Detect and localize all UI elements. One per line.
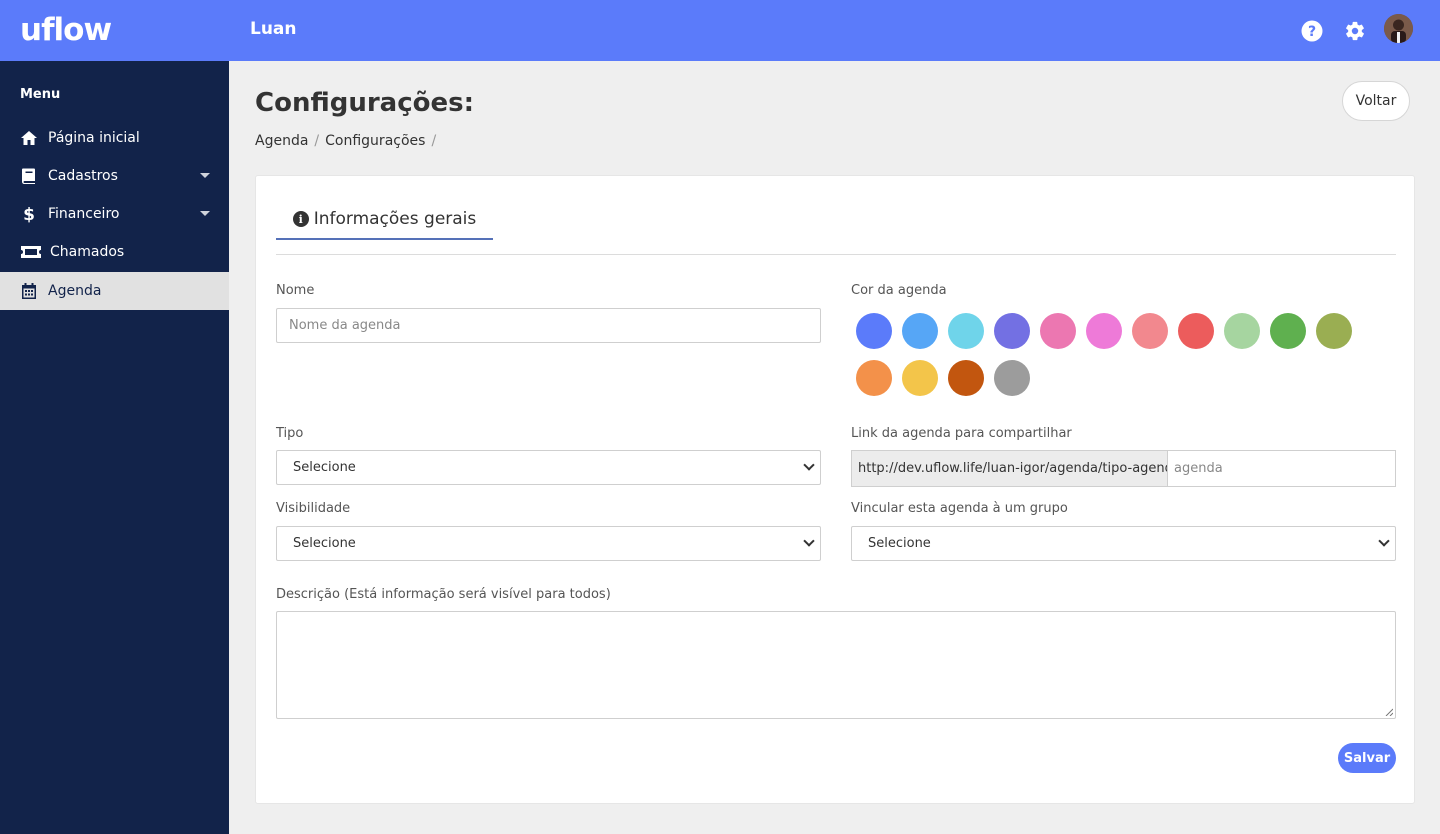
- visibilidade-label: Visibilidade: [276, 501, 351, 516]
- sidebar-item-agenda[interactable]: Agenda: [0, 272, 229, 310]
- sidebar: Menu Página inicial Cadastros $ Financei…: [0, 61, 229, 834]
- app-logo[interactable]: uflow: [20, 12, 112, 48]
- color-swatch[interactable]: [948, 360, 984, 396]
- breadcrumb: Agenda / Configurações /: [255, 133, 442, 149]
- color-swatch[interactable]: [1270, 313, 1306, 349]
- descricao-textarea[interactable]: [276, 611, 1396, 719]
- avatar[interactable]: [1384, 14, 1413, 43]
- color-swatch[interactable]: [1040, 313, 1076, 349]
- nome-label: Nome: [276, 283, 315, 298]
- resize-grip-icon[interactable]: [1385, 708, 1393, 716]
- visibilidade-select-value: Selecione: [293, 536, 356, 551]
- breadcrumb-separator: /: [431, 133, 437, 149]
- save-button[interactable]: Salvar: [1338, 743, 1396, 773]
- link-prefix: http://dev.uflow.life/luan-igor/agenda/t…: [851, 450, 1168, 487]
- color-swatch[interactable]: [1178, 313, 1214, 349]
- sidebar-item-label: Agenda: [48, 283, 102, 299]
- svg-text:$: $: [23, 205, 35, 223]
- color-swatch[interactable]: [994, 360, 1030, 396]
- tab-label: Informações gerais: [313, 209, 477, 229]
- descricao-label: Descrição (Está informação será visível …: [276, 587, 611, 602]
- tipo-select[interactable]: Selecione: [276, 450, 821, 485]
- color-swatch[interactable]: [1316, 313, 1352, 349]
- grupo-select[interactable]: Selecione: [851, 526, 1396, 561]
- color-swatch[interactable]: [1132, 313, 1168, 349]
- breadcrumb-separator: /: [314, 133, 320, 149]
- color-swatch[interactable]: [994, 313, 1030, 349]
- grupo-select-value: Selecione: [868, 536, 931, 551]
- menu-title: Menu: [20, 87, 61, 102]
- tipo-select-value: Selecione: [293, 460, 356, 475]
- gear-icon[interactable]: [1344, 20, 1366, 42]
- nome-input[interactable]: Nome da agenda: [276, 308, 821, 343]
- user-name: Luan: [250, 19, 297, 39]
- ticket-icon: [20, 243, 42, 261]
- settings-card: i Informações gerais Nome Nome da agenda…: [255, 175, 1415, 804]
- link-label: Link da agenda para compartilhar: [851, 426, 1072, 441]
- cor-label: Cor da agenda: [851, 283, 947, 298]
- page-title: Configurações:: [255, 88, 474, 118]
- book-icon: [20, 167, 38, 185]
- chevron-down-icon: [803, 459, 815, 471]
- color-swatch[interactable]: [856, 313, 892, 349]
- svg-text:?: ?: [1308, 24, 1316, 40]
- tab-informacoes-gerais[interactable]: i Informações gerais: [276, 200, 493, 240]
- color-swatch[interactable]: [856, 360, 892, 396]
- sidebar-item-label: Página inicial: [48, 130, 140, 146]
- sidebar-item-chamados[interactable]: Chamados: [0, 233, 229, 271]
- back-button[interactable]: Voltar: [1342, 81, 1410, 121]
- color-swatch[interactable]: [902, 360, 938, 396]
- sidebar-item-label: Chamados: [50, 244, 125, 260]
- calendar-icon: [20, 282, 38, 300]
- breadcrumb-item-agenda[interactable]: Agenda: [255, 133, 308, 149]
- chevron-down-icon: [200, 211, 210, 216]
- sidebar-item-label: Cadastros: [48, 168, 118, 184]
- visibilidade-select[interactable]: Selecione: [276, 526, 821, 561]
- color-swatch[interactable]: [948, 313, 984, 349]
- help-icon[interactable]: ?: [1301, 20, 1323, 42]
- top-bar: uflow Luan ?: [0, 0, 1440, 61]
- grupo-label: Vincular esta agenda à um grupo: [851, 501, 1068, 516]
- dollar-icon: $: [20, 205, 38, 223]
- chevron-down-icon: [803, 535, 815, 547]
- breadcrumb-item-configuracoes[interactable]: Configurações: [325, 133, 425, 149]
- home-icon: [20, 129, 38, 147]
- sidebar-item-pagina-inicial[interactable]: Página inicial: [0, 119, 229, 157]
- sidebar-item-cadastros[interactable]: Cadastros: [0, 157, 229, 195]
- color-swatch[interactable]: [902, 313, 938, 349]
- tipo-label: Tipo: [276, 426, 304, 441]
- sidebar-item-label: Financeiro: [48, 206, 120, 222]
- chevron-down-icon: [1378, 535, 1390, 547]
- sidebar-item-financeiro[interactable]: $ Financeiro: [0, 195, 229, 233]
- color-swatch[interactable]: [1224, 313, 1260, 349]
- tab-divider: [276, 254, 1396, 255]
- color-swatch[interactable]: [1086, 313, 1122, 349]
- info-icon: i: [292, 211, 309, 227]
- chevron-down-icon: [200, 173, 210, 178]
- link-slug-input[interactable]: agenda: [1167, 450, 1396, 487]
